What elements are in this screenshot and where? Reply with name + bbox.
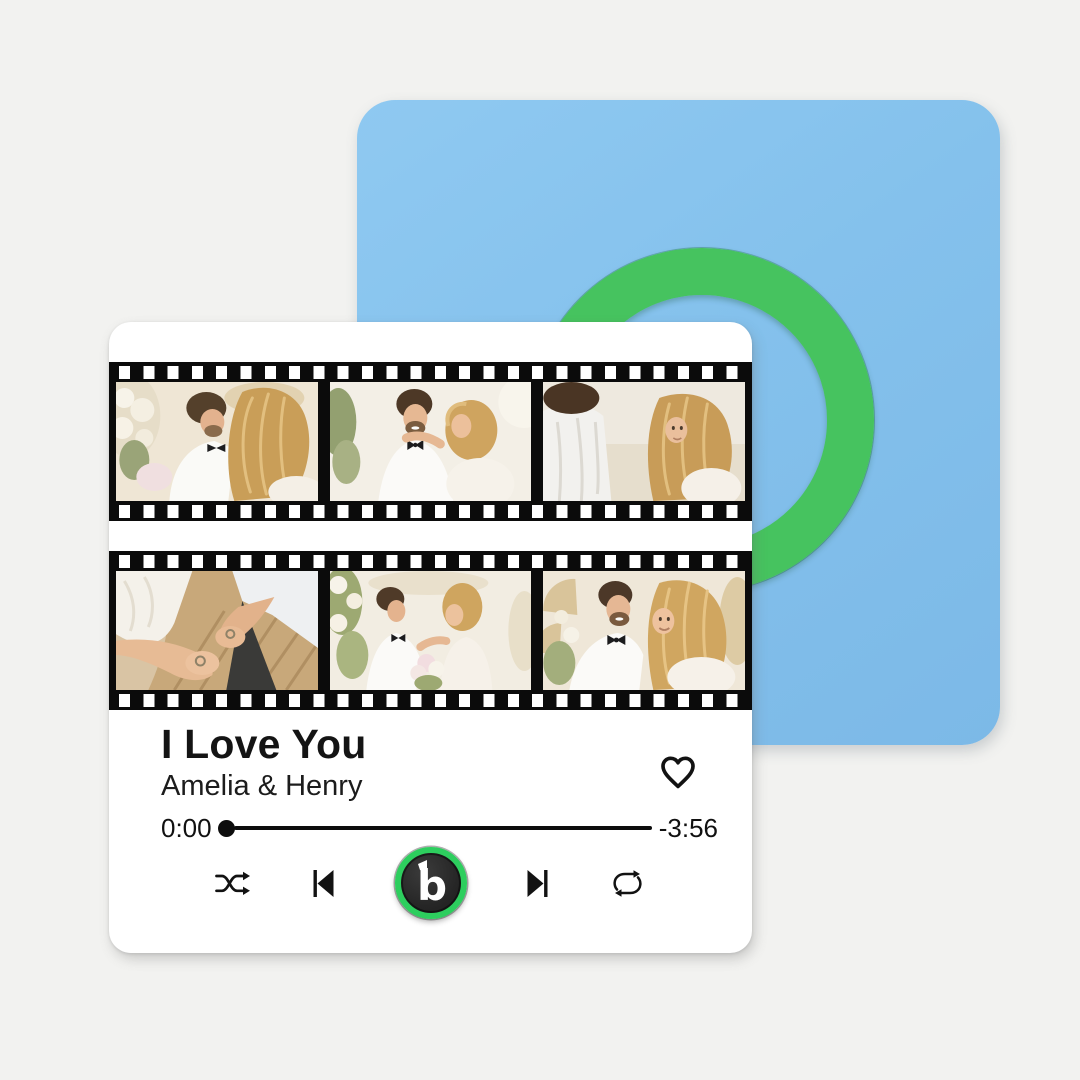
film-photo [116,571,318,690]
progress-track[interactable] [234,826,652,831]
film-sprockets [109,501,752,521]
film-photo [116,382,318,501]
film-photo [543,382,745,501]
music-plaque-card: I Love You Amelia & Henry 0:00 -3:56 [109,322,752,953]
shuffle-icon [215,870,252,897]
player-controls: b [109,844,752,922]
film-photo [543,571,745,690]
progress-bar: 0:00 -3:56 [161,813,718,843]
like-button[interactable] [658,753,698,791]
film-strip-top [109,362,752,521]
song-artist: Amelia & Henry [161,771,362,803]
previous-track-button[interactable] [305,868,343,898]
song-title: I Love You [161,722,367,767]
previous-track-icon [312,869,335,898]
film-sprockets [109,362,752,382]
next-track-icon [526,869,549,898]
film-sprockets [109,690,752,710]
heart-outline-icon [658,753,698,791]
progress-handle[interactable] [218,820,235,837]
film-sprockets [109,551,752,571]
time-remaining: -3:56 [659,813,718,844]
svg-text:b: b [416,861,446,910]
film-photo [330,571,532,690]
shuffle-button[interactable] [215,868,253,898]
repeat-button[interactable] [609,868,647,898]
play-button-brand-logo: b [401,853,461,913]
film-photo [330,382,532,501]
repeat-icon [611,869,644,898]
play-button[interactable]: b [395,847,467,919]
product-mockup-scene: I Love You Amelia & Henry 0:00 -3:56 [0,0,1080,1080]
film-strip-bottom [109,551,752,710]
next-track-button[interactable] [519,868,557,898]
time-elapsed: 0:00 [161,813,212,844]
